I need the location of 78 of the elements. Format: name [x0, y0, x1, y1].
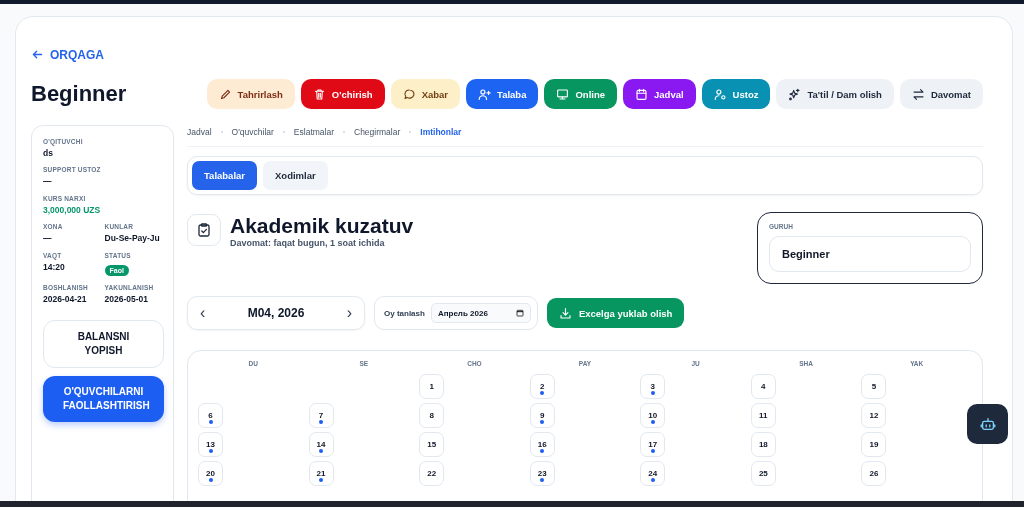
calendar-day[interactable]: 16 [529, 432, 555, 457]
field-value: — [43, 233, 53, 245]
field-value: Du-Se-Pay-Ju [104, 233, 161, 245]
action-button[interactable]: Xabar [390, 79, 461, 109]
calendar-day[interactable]: 19 [861, 432, 887, 457]
calendar-day[interactable]: 24 [640, 461, 666, 486]
nav-tab[interactable]: Jadval [187, 127, 212, 137]
export-button[interactable]: Excelga yuklab olish [546, 298, 685, 328]
nav-tab[interactable]: Chegirmalar [354, 127, 401, 137]
action-button[interactable]: Online [544, 79, 617, 109]
calendar-icon [515, 309, 524, 317]
section-title: Akademik kuzatuv [230, 214, 414, 238]
page-title: Beginner [31, 81, 127, 107]
calendar-day[interactable]: 21 [308, 461, 334, 486]
action-button[interactable]: Ta'til / Dam olish [776, 79, 894, 109]
calendar-day[interactable]: 14 [308, 432, 334, 457]
robot-icon [978, 415, 997, 433]
calendar-day[interactable]: 7 [308, 403, 334, 428]
calendar-day[interactable]: 13 [198, 432, 223, 457]
clipboard-icon [187, 214, 221, 246]
month-label: M04, 2026 [247, 306, 305, 320]
calendar-day[interactable]: 6 [198, 403, 223, 428]
nav-tab[interactable]: Eslatmalar [293, 127, 334, 137]
action-button[interactable]: Davomat [899, 79, 983, 109]
calendar-day[interactable]: 9 [529, 403, 555, 428]
sub-tab[interactable]: Xodimlar [263, 161, 328, 190]
section-subtitle: Davomat: faqat bugun, 1 soat ichida [230, 238, 386, 249]
monitor-icon [556, 87, 570, 101]
previous-month-button[interactable]: ‹ [194, 305, 212, 321]
swap-arrows-icon [911, 87, 925, 101]
field-value: 3,000,000 UZS [43, 204, 102, 217]
action-button[interactable]: Talaba [466, 79, 539, 109]
calendar-day[interactable]: 18 [750, 432, 776, 457]
calendar-day[interactable]: 2 [529, 374, 555, 399]
back-link[interactable]: ORQAGA [31, 47, 104, 62]
calendar-day[interactable]: 1 [419, 374, 445, 399]
calendar-day[interactable]: 4 [750, 374, 776, 399]
calendar-day[interactable]: 8 [419, 403, 445, 428]
chat-bubble-icon [402, 87, 416, 101]
user-gear-icon [713, 87, 727, 101]
calendar-day[interactable]: 3 [640, 374, 666, 399]
calendar-day[interactable]: 25 [750, 461, 776, 486]
calendar-day[interactable]: 22 [419, 461, 445, 486]
field-value: 2026-04-21 [43, 293, 88, 306]
download-icon [558, 306, 572, 320]
field-value: ds [43, 148, 54, 160]
next-month-button[interactable]: › [340, 305, 358, 321]
calendar-day[interactable]: 17 [640, 432, 666, 457]
calendar-day[interactable]: 26 [861, 461, 887, 486]
calendar-day[interactable]: 12 [861, 403, 887, 428]
sub-tab[interactable]: Talabalar [192, 161, 257, 190]
robot-assistant-button[interactable] [967, 404, 1008, 444]
user-plus-icon [478, 87, 492, 101]
calendar-day[interactable]: 11 [750, 403, 776, 428]
month-input-field[interactable]: Апрель 2026 [430, 303, 531, 323]
month-picker-label: Oy tanlash [384, 308, 425, 318]
calendar-day[interactable]: 20 [198, 461, 223, 486]
trash-icon [312, 87, 326, 101]
pencil-icon [218, 87, 232, 101]
calendar-day[interactable]: 5 [861, 374, 887, 399]
sparkles-icon [788, 87, 802, 101]
field-value: 14:20 [43, 261, 66, 274]
nav-tab[interactable]: Imtihonlar [420, 127, 462, 137]
field-value: — [43, 176, 53, 188]
calendar-day[interactable]: 15 [419, 432, 445, 457]
activate-button[interactable]: O'QUVCHILARNI FAOLLASHTIRISH [43, 376, 164, 423]
calendar-day[interactable]: 10 [640, 403, 666, 428]
nav-tab[interactable]: O'quvchilar [231, 127, 274, 137]
group-field[interactable]: Beginner [769, 236, 971, 272]
close-balance-button[interactable]: BALANSNI YOPISH [43, 320, 164, 369]
action-button[interactable]: Tahrirlash [206, 79, 295, 109]
arrow-left-icon [31, 48, 44, 61]
calendar-icon [635, 87, 648, 101]
action-button[interactable]: Jadval [623, 79, 696, 109]
action-button[interactable]: O'chirish [300, 79, 385, 109]
calendar-day[interactable]: 23 [529, 461, 555, 486]
action-button[interactable]: Ustoz [701, 79, 771, 109]
field-value: 2026-05-01 [104, 293, 149, 306]
